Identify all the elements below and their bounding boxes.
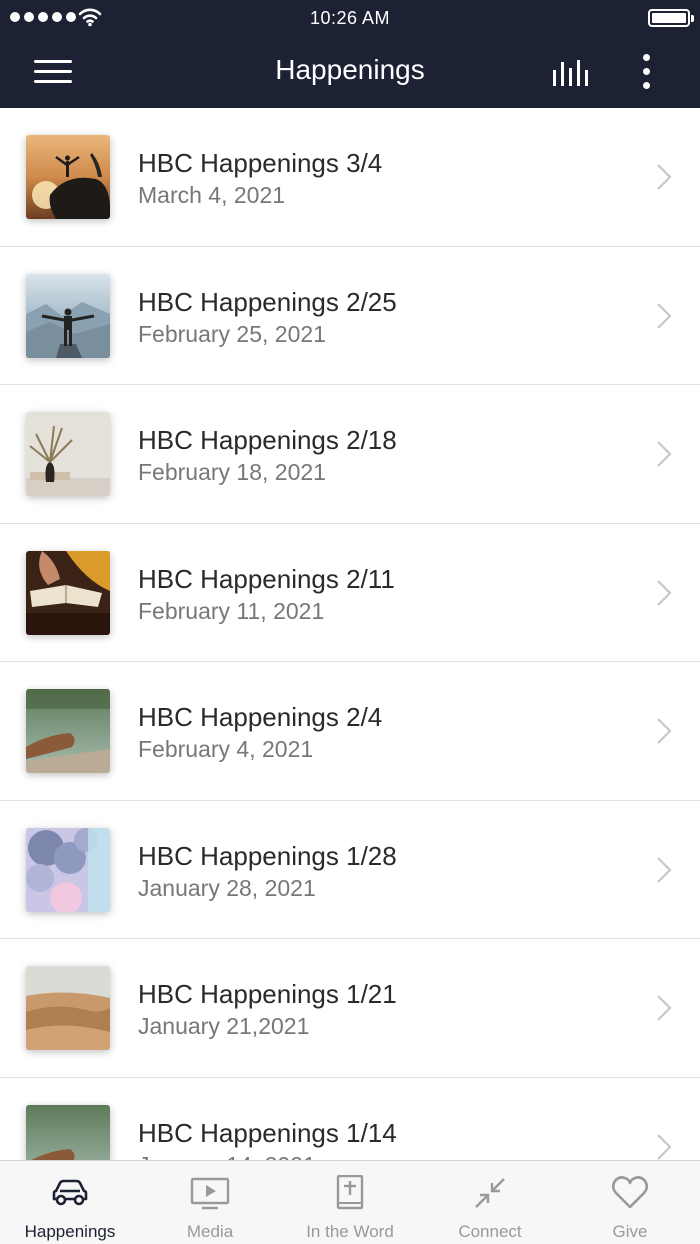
thumbnail-image xyxy=(26,273,110,358)
chevron-right-icon xyxy=(657,856,672,883)
item-date: January 21,2021 xyxy=(138,1013,310,1039)
tab-bar: Happenings Media In the Word Connect Giv… xyxy=(0,1160,700,1244)
tab-connect[interactable]: Connect xyxy=(420,1161,560,1244)
item-title: HBC Happenings 2/11 xyxy=(138,563,395,594)
tab-label: Happenings xyxy=(24,1222,116,1241)
item-title: HBC Happenings 2/18 xyxy=(138,425,397,455)
more-options-button[interactable] xyxy=(636,54,656,90)
list-item[interactable]: HBC Happenings 2/11 February 11, 2021 xyxy=(0,523,700,662)
bible-icon xyxy=(336,1175,364,1210)
heart-icon xyxy=(611,1176,649,1209)
list-item[interactable]: HBC Happenings 2/4 February 4, 2021 xyxy=(0,662,700,801)
thumbnail-image xyxy=(26,827,110,912)
tab-happenings[interactable]: Happenings xyxy=(0,1161,140,1244)
nav-bar: Happenings xyxy=(0,36,700,108)
car-icon xyxy=(52,1179,88,1206)
chevron-right-icon xyxy=(657,579,672,606)
app-header: 10:26 AM Happenings xyxy=(0,0,700,108)
item-date: January 28, 2021 xyxy=(138,874,316,901)
status-time: 10:26 AM xyxy=(309,8,391,28)
tab-in-the-word[interactable]: In the Word xyxy=(280,1161,420,1244)
audio-bars-icon[interactable] xyxy=(552,58,592,88)
item-date: February 18, 2021 xyxy=(138,459,326,485)
connect-arrows-icon xyxy=(475,1178,505,1208)
item-title: HBC Happenings 1/14 xyxy=(138,1117,397,1148)
item-title: HBC Happenings 1/28 xyxy=(138,840,397,871)
list-item[interactable]: HBC Happenings 1/21 January 21,2021 xyxy=(0,939,700,1078)
battery-icon xyxy=(648,9,694,27)
tab-label: Give xyxy=(612,1222,648,1241)
chevron-right-icon xyxy=(657,718,672,744)
tv-play-icon xyxy=(190,1177,230,1210)
item-title: HBC Happenings 2/4 xyxy=(138,702,383,732)
chevron-right-icon xyxy=(657,1133,672,1160)
chevron-right-icon xyxy=(657,441,672,467)
item-title: HBC Happenings 3/4 xyxy=(138,148,383,178)
list-item[interactable]: HBC Happenings 2/25 February 25, 2021 xyxy=(0,246,700,385)
thumbnail-image xyxy=(26,550,110,635)
item-date: March 4, 2021 xyxy=(138,182,286,208)
chevron-right-icon xyxy=(657,995,672,1021)
item-title: HBC Happenings 2/25 xyxy=(138,286,397,317)
thumbnail-image xyxy=(26,135,110,219)
status-bar: 10:26 AM xyxy=(0,0,700,36)
tab-label: Connect xyxy=(458,1222,522,1241)
tab-give[interactable]: Give xyxy=(560,1161,700,1244)
item-date: February 11, 2021 xyxy=(138,597,325,624)
thumbnail-image xyxy=(26,966,110,1050)
tab-media[interactable]: Media xyxy=(140,1161,280,1244)
thumbnail-image xyxy=(26,689,110,773)
chevron-right-icon xyxy=(657,302,672,329)
page-title: Happenings xyxy=(275,54,425,85)
tab-label: Media xyxy=(186,1222,234,1241)
item-date: February 25, 2021 xyxy=(138,320,326,347)
chevron-right-icon xyxy=(657,164,672,190)
item-date: February 4, 2021 xyxy=(138,736,314,762)
item-title: HBC Happenings 1/21 xyxy=(138,979,397,1009)
tab-label: In the Word xyxy=(306,1222,394,1241)
happenings-list: HBC Happenings 3/4 March 4, 2021 HBC Hap… xyxy=(0,108,700,1216)
list-item[interactable]: HBC Happenings 3/4 March 4, 2021 xyxy=(0,108,700,247)
thumbnail-image xyxy=(26,412,110,496)
list-item[interactable]: HBC Happenings 1/28 January 28, 2021 xyxy=(0,800,700,939)
list-item[interactable]: HBC Happenings 2/18 February 18, 2021 xyxy=(0,385,700,524)
